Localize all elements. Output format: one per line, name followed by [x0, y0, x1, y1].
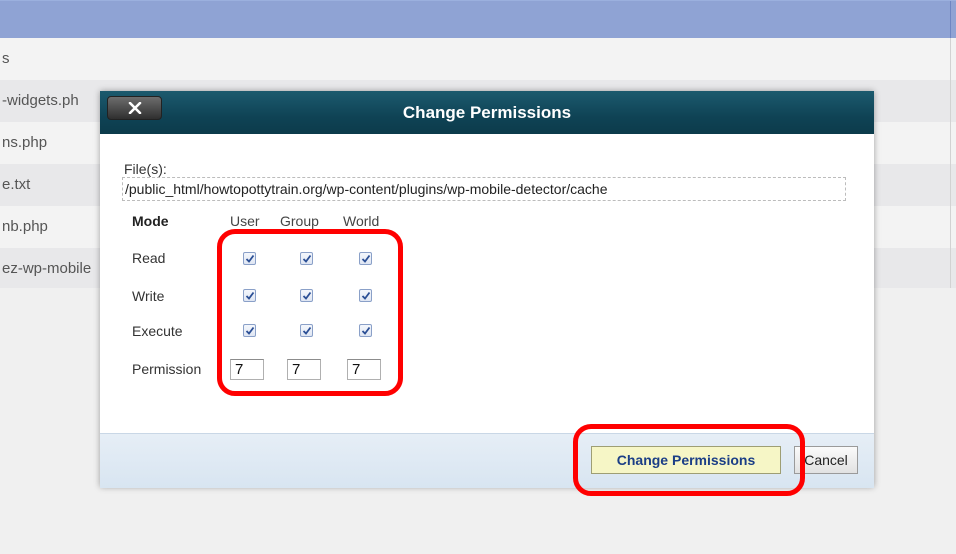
file-name: s [2, 50, 10, 67]
dialog-titlebar: Change Permissions [100, 91, 874, 134]
world-column-header: World [343, 213, 380, 229]
file-path-text: /public_html/howtopottytrain.org/wp-cont… [125, 181, 608, 197]
file-name: -widgets.ph [2, 92, 79, 109]
mode-column-header: Mode [132, 213, 169, 229]
files-label: File(s): [124, 161, 167, 177]
group-column-header: Group [280, 213, 319, 229]
file-path-field: /public_html/howtopottytrain.org/wp-cont… [122, 177, 846, 201]
file-name: e.txt [2, 176, 31, 193]
file-name: ez-wp-mobile [2, 260, 92, 277]
dialog-title: Change Permissions [402, 103, 572, 122]
file-row[interactable]: s [0, 38, 956, 80]
permission-row-label: Permission [132, 361, 202, 377]
list-divider [950, 38, 951, 288]
write-row-label: Write [132, 288, 165, 304]
read-row-label: Read [132, 250, 166, 266]
button-highlight-annotation [573, 424, 805, 496]
user-column-header: User [230, 213, 260, 229]
file-name: nb.php [2, 218, 48, 235]
close-icon [128, 102, 142, 114]
permissions-highlight-annotation [217, 229, 403, 396]
file-list-header [0, 0, 956, 39]
close-button[interactable] [107, 96, 162, 120]
execute-row-label: Execute [132, 323, 183, 339]
file-name: ns.php [2, 134, 48, 151]
